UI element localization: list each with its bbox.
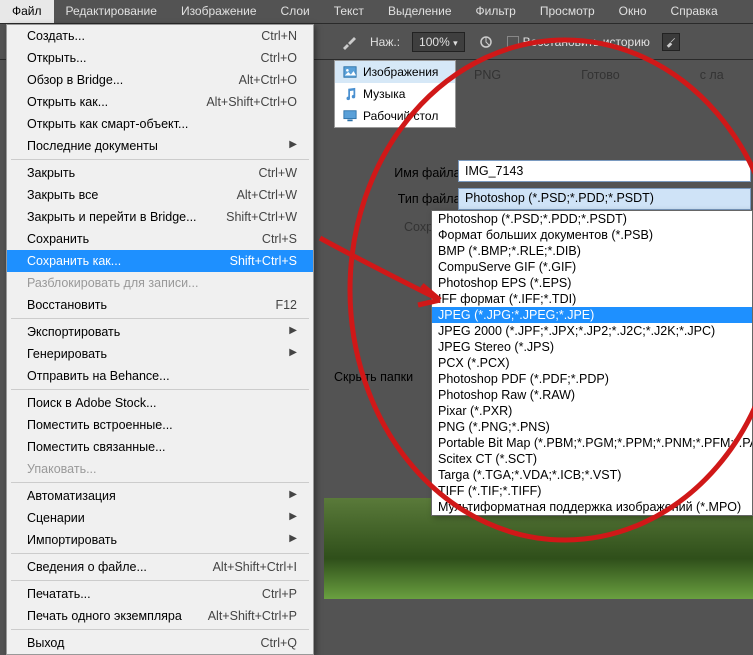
file-menu-item[interactable]: Экспортировать▶	[7, 321, 313, 343]
menu-Справка[interactable]: Справка	[659, 0, 730, 23]
menu-separator	[11, 580, 309, 581]
save-sidebar: ИзображенияМузыкаРабочий стол	[334, 60, 456, 128]
col-status: Готово	[581, 68, 620, 82]
format-option[interactable]: BMP (*.BMP;*.RLE;*.DIB)	[432, 243, 752, 259]
format-option[interactable]: Photoshop PDF (*.PDF;*.PDP)	[432, 371, 752, 387]
file-menu-item[interactable]: Закрыть и перейти в Bridge...Shift+Ctrl+…	[7, 206, 313, 228]
file-menu-item[interactable]: Закрыть всеAlt+Ctrl+W	[7, 184, 313, 206]
filename-input[interactable]	[458, 160, 751, 182]
menu-Редактирование[interactable]: Редактирование	[54, 0, 169, 23]
submenu-arrow-icon: ▶	[289, 139, 297, 153]
restore-history-checkbox[interactable]: Восстановить историю	[507, 35, 650, 49]
menu-separator	[11, 482, 309, 483]
submenu-arrow-icon: ▶	[289, 347, 297, 361]
file-menu-item[interactable]: Открыть как смарт-объект...	[7, 113, 313, 135]
format-option[interactable]: JPEG Stereo (*.JPS)	[432, 339, 752, 355]
brush-icon[interactable]	[340, 33, 358, 51]
menu-separator	[11, 318, 309, 319]
file-menu-item[interactable]: Сценарии▶	[7, 507, 313, 529]
submenu-arrow-icon: ▶	[289, 325, 297, 339]
file-menu-item: Упаковать...	[7, 458, 313, 480]
filename-label: Имя файла:	[354, 160, 464, 186]
menu-Файл[interactable]: Файл	[0, 0, 54, 23]
sidebar-item[interactable]: Изображения	[335, 61, 455, 83]
filetype-label: Тип файла:	[354, 186, 464, 212]
file-menu-item[interactable]: ВосстановитьF12	[7, 294, 313, 316]
submenu-arrow-icon: ▶	[289, 489, 297, 503]
save-as-dialog: ИзображенияМузыкаРабочий стол PNG Готово…	[334, 60, 753, 599]
hide-folders-link[interactable]: Скрыть папки	[334, 370, 413, 384]
format-option[interactable]: TIFF (*.TIF;*.TIFF)	[432, 483, 752, 499]
menu-Выделение[interactable]: Выделение	[376, 0, 464, 23]
filetype-select[interactable]: Photoshop (*.PSD;*.PDD;*.PSDT)	[458, 188, 751, 210]
file-menu-item[interactable]: Импортировать▶	[7, 529, 313, 551]
menu-Изображение[interactable]: Изображение	[169, 0, 269, 23]
format-option[interactable]: PCX (*.PCX)	[432, 355, 752, 371]
format-dropdown-list: Photoshop (*.PSD;*.PDD;*.PSDT)Формат бол…	[431, 210, 753, 516]
format-option[interactable]: Pixar (*.PXR)	[432, 403, 752, 419]
file-menu-item: Разблокировать для записи...	[7, 272, 313, 294]
menu-Фильтр[interactable]: Фильтр	[464, 0, 528, 23]
menu-separator	[11, 629, 309, 630]
file-menu-item[interactable]: Сведения о файле...Alt+Shift+Ctrl+I	[7, 556, 313, 578]
format-option[interactable]: Portable Bit Map (*.PBM;*.PGM;*.PPM;*.PN…	[432, 435, 752, 451]
file-menu-item[interactable]: Генерировать▶	[7, 343, 313, 365]
column-headers: PNG Готово с ла	[474, 68, 749, 82]
format-option[interactable]: PNG (*.PNG;*.PNS)	[432, 419, 752, 435]
format-option[interactable]: IFF формат (*.IFF;*.TDI)	[432, 291, 752, 307]
menu-Окно[interactable]: Окно	[607, 0, 659, 23]
file-menu-item[interactable]: Автоматизация▶	[7, 485, 313, 507]
sidebar-item[interactable]: Музыка	[335, 83, 455, 105]
format-option[interactable]: JPEG 2000 (*.JPF;*.JPX;*.JP2;*.J2C;*.J2K…	[432, 323, 752, 339]
file-menu-item[interactable]: Поместить связанные...	[7, 436, 313, 458]
menu-Слои[interactable]: Слои	[269, 0, 322, 23]
menu-separator	[11, 553, 309, 554]
menu-Текст[interactable]: Текст	[322, 0, 376, 23]
submenu-arrow-icon: ▶	[289, 511, 297, 525]
file-menu-dropdown: Создать...Ctrl+NОткрыть...Ctrl+OОбзор в …	[6, 24, 314, 655]
menu-Просмотр[interactable]: Просмотр	[528, 0, 607, 23]
file-menu-item[interactable]: Поиск в Adobe Stock...	[7, 392, 313, 414]
menu-separator	[11, 159, 309, 160]
file-menu-item[interactable]: ВыходCtrl+Q	[7, 632, 313, 654]
sidebar-item[interactable]: Рабочий стол	[335, 105, 455, 127]
file-menu-item[interactable]: ЗакрытьCtrl+W	[7, 162, 313, 184]
history-brush-icon[interactable]	[662, 33, 680, 51]
file-menu-item[interactable]: Открыть...Ctrl+O	[7, 47, 313, 69]
file-menu-item[interactable]: Печать одного экземпляраAlt+Shift+Ctrl+P	[7, 605, 313, 627]
file-menu-item[interactable]: Отправить на Behance...	[7, 365, 313, 387]
menu-separator	[11, 389, 309, 390]
mode-label: Наж.:	[370, 35, 400, 49]
file-menu-item[interactable]: Последние документы▶	[7, 135, 313, 157]
file-menu-item[interactable]: Сохранить как...Shift+Ctrl+S	[7, 250, 313, 272]
zoom-value[interactable]: 100% ▾	[412, 32, 465, 52]
submenu-arrow-icon: ▶	[289, 533, 297, 547]
file-menu-item[interactable]: Печатать...Ctrl+P	[7, 583, 313, 605]
file-menu-item[interactable]: Создать...Ctrl+N	[7, 25, 313, 47]
pressure-icon[interactable]	[477, 33, 495, 51]
format-option[interactable]: JPEG (*.JPG;*.JPEG;*.JPE)	[432, 307, 752, 323]
menubar: ФайлРедактированиеИзображениеСлоиТекстВы…	[0, 0, 753, 24]
file-menu-item[interactable]: Открыть как...Alt+Shift+Ctrl+O	[7, 91, 313, 113]
col-extra: с ла	[700, 68, 724, 82]
file-menu-item[interactable]: Обзор в Bridge...Alt+Ctrl+O	[7, 69, 313, 91]
format-option[interactable]: Scitex CT (*.SCT)	[432, 451, 752, 467]
picture-icon	[343, 65, 357, 79]
format-option[interactable]: Photoshop EPS (*.EPS)	[432, 275, 752, 291]
format-option[interactable]: Мультиформатная поддержка изображений (*…	[432, 499, 752, 515]
format-option[interactable]: Формат больших документов (*.PSB)	[432, 227, 752, 243]
format-option[interactable]: Photoshop Raw (*.RAW)	[432, 387, 752, 403]
format-option[interactable]: Photoshop (*.PSD;*.PDD;*.PSDT)	[432, 211, 752, 227]
format-option[interactable]: Targa (*.TGA;*.VDA;*.ICB;*.VST)	[432, 467, 752, 483]
music-icon	[343, 87, 357, 101]
file-menu-item[interactable]: Поместить встроенные...	[7, 414, 313, 436]
format-option[interactable]: CompuServe GIF (*.GIF)	[432, 259, 752, 275]
file-menu-item[interactable]: СохранитьCtrl+S	[7, 228, 313, 250]
desktop-icon	[343, 109, 357, 123]
col-type: PNG	[474, 68, 501, 82]
